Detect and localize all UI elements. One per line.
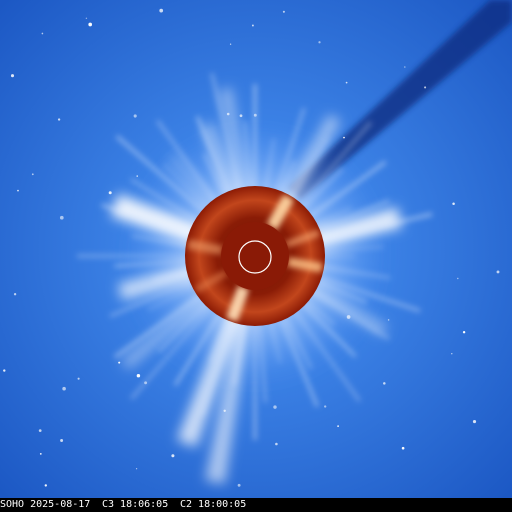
star	[346, 315, 351, 319]
coronal-ray	[253, 84, 257, 189]
inner-occulter	[221, 222, 289, 290]
star	[318, 41, 321, 44]
star	[88, 22, 93, 27]
star	[39, 452, 42, 455]
star	[44, 484, 47, 487]
star	[59, 215, 64, 220]
star	[387, 319, 390, 321]
star	[345, 81, 348, 84]
star	[57, 118, 61, 121]
star	[118, 361, 121, 364]
star	[135, 468, 138, 470]
coronagraph-frame: SOHO 2025-08-17 C3 18:06:05 C2 18:00:05	[0, 0, 512, 512]
star	[251, 24, 254, 27]
star	[383, 382, 386, 385]
star	[273, 405, 277, 409]
c3-timestamp: C3 18:06:05	[102, 499, 169, 510]
star	[136, 175, 138, 177]
star	[343, 136, 345, 139]
star	[41, 32, 44, 35]
star	[108, 191, 112, 195]
star	[136, 373, 141, 378]
star	[337, 425, 339, 427]
star	[496, 270, 500, 274]
star	[3, 369, 6, 372]
star	[10, 74, 15, 78]
star	[144, 381, 148, 385]
coronal-ray	[322, 254, 355, 258]
star	[31, 173, 34, 176]
coronal-ray	[77, 254, 188, 258]
star	[452, 202, 455, 205]
star	[239, 114, 243, 118]
star	[133, 114, 137, 118]
star	[226, 112, 230, 116]
star	[60, 439, 64, 442]
image-caption-bar: SOHO 2025-08-17 C3 18:06:05 C2 18:00:05	[0, 498, 512, 512]
star	[457, 277, 459, 280]
star	[275, 442, 278, 446]
star	[38, 429, 42, 432]
star	[403, 66, 406, 68]
star	[85, 17, 88, 20]
star	[237, 483, 241, 487]
star	[77, 377, 80, 380]
star	[472, 420, 477, 424]
star	[451, 353, 453, 355]
star	[171, 454, 175, 458]
coronal-ray	[253, 323, 257, 440]
star	[462, 331, 466, 334]
c2-timestamp: C2 18:00:05	[180, 499, 247, 510]
star	[223, 409, 226, 412]
star	[62, 386, 66, 391]
star	[253, 113, 257, 117]
star	[159, 8, 164, 13]
star	[424, 86, 427, 89]
star	[324, 405, 327, 408]
mission-date-label: SOHO 2025-08-17	[0, 499, 91, 510]
star	[13, 293, 17, 296]
star	[17, 189, 19, 192]
coronagraph-image	[0, 0, 512, 498]
star	[282, 10, 285, 13]
star	[229, 43, 232, 45]
star	[401, 446, 405, 450]
